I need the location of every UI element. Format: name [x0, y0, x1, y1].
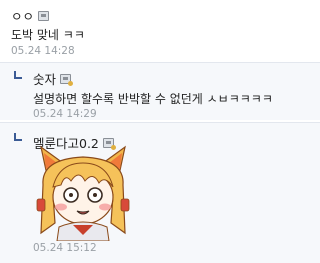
reply-arrow-icon — [14, 133, 22, 141]
comment-author[interactable]: ㅇㅇ — [11, 6, 50, 25]
reply-item: 숫자 설명하면 할수록 반박할 수 없던게 ㅅㅂㅋㅋㅋㅋ 05.24 14:29 — [0, 62, 320, 120]
comment-body: 도박 맞네 ㅋㅋ — [11, 28, 85, 42]
user-badge-icon — [60, 73, 74, 86]
user-badge-icon — [38, 10, 50, 21]
comment-item: ㅇㅇ 도박 맞네 ㅋㅋ 05.24 14:28 — [0, 0, 320, 60]
comment-date: 05.24 14:28 — [11, 45, 75, 57]
reply-author-name[interactable]: 숫자 — [33, 69, 56, 88]
reply-body: 설명하면 할수록 반박할 수 없던게 ㅅㅂㅋㅋㅋㅋ — [33, 92, 273, 106]
reply-author[interactable]: 숫자 — [33, 69, 74, 88]
sticker-image — [36, 145, 130, 241]
reply-date: 05.24 15:12 — [33, 242, 97, 254]
comment-author-name[interactable]: ㅇㅇ — [11, 6, 34, 25]
reply-arrow-icon — [14, 71, 22, 79]
reply-date: 05.24 14:29 — [33, 108, 97, 120]
